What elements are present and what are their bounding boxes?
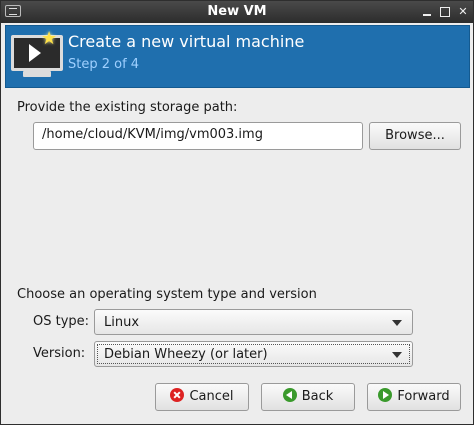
os-version-label: Version: xyxy=(33,346,86,361)
new-vm-window: New VM ✕ ★ Create a new virtual machine … xyxy=(0,0,474,425)
forward-button[interactable]: Forward xyxy=(367,383,461,411)
title-bar[interactable]: New VM ✕ xyxy=(1,1,473,23)
back-arrow-icon xyxy=(282,388,297,402)
cancel-button-label: Cancel xyxy=(189,389,234,404)
maximize-icon[interactable] xyxy=(438,5,452,19)
os-type-label: OS type: xyxy=(33,314,90,329)
os-type-select[interactable]: Linux xyxy=(94,309,413,335)
storage-path-label: Provide the existing storage path: xyxy=(17,100,238,115)
storage-path-input[interactable]: /home/cloud/KVM/img/vm003.img xyxy=(33,122,363,150)
forward-arrow-icon xyxy=(378,388,393,402)
minimize-icon[interactable] xyxy=(420,5,434,19)
cancel-button[interactable]: Cancel xyxy=(155,383,249,411)
os-version-select[interactable]: Debian Wheezy (or later) xyxy=(94,341,413,367)
dropdown-arrow-icon xyxy=(392,352,402,358)
window-title: New VM xyxy=(207,4,267,19)
dropdown-arrow-icon xyxy=(392,320,402,326)
new-star-icon: ★ xyxy=(41,28,58,49)
back-button[interactable]: Back xyxy=(261,383,355,411)
wizard-title: Create a new virtual machine xyxy=(68,32,305,51)
os-type-value: Linux xyxy=(104,315,140,330)
cancel-icon xyxy=(170,388,185,402)
back-button-label: Back xyxy=(301,389,334,404)
os-section-label: Choose an operating system type and vers… xyxy=(17,287,317,302)
wizard-step: Step 2 of 4 xyxy=(68,57,140,72)
forward-button-label: Forward xyxy=(397,389,450,404)
os-version-value: Debian Wheezy (or later) xyxy=(104,347,268,362)
close-icon[interactable]: ✕ xyxy=(456,5,470,19)
wizard-header: ★ Create a new virtual machine Step 2 of… xyxy=(5,25,470,88)
browse-button[interactable]: Browse... xyxy=(369,122,461,150)
